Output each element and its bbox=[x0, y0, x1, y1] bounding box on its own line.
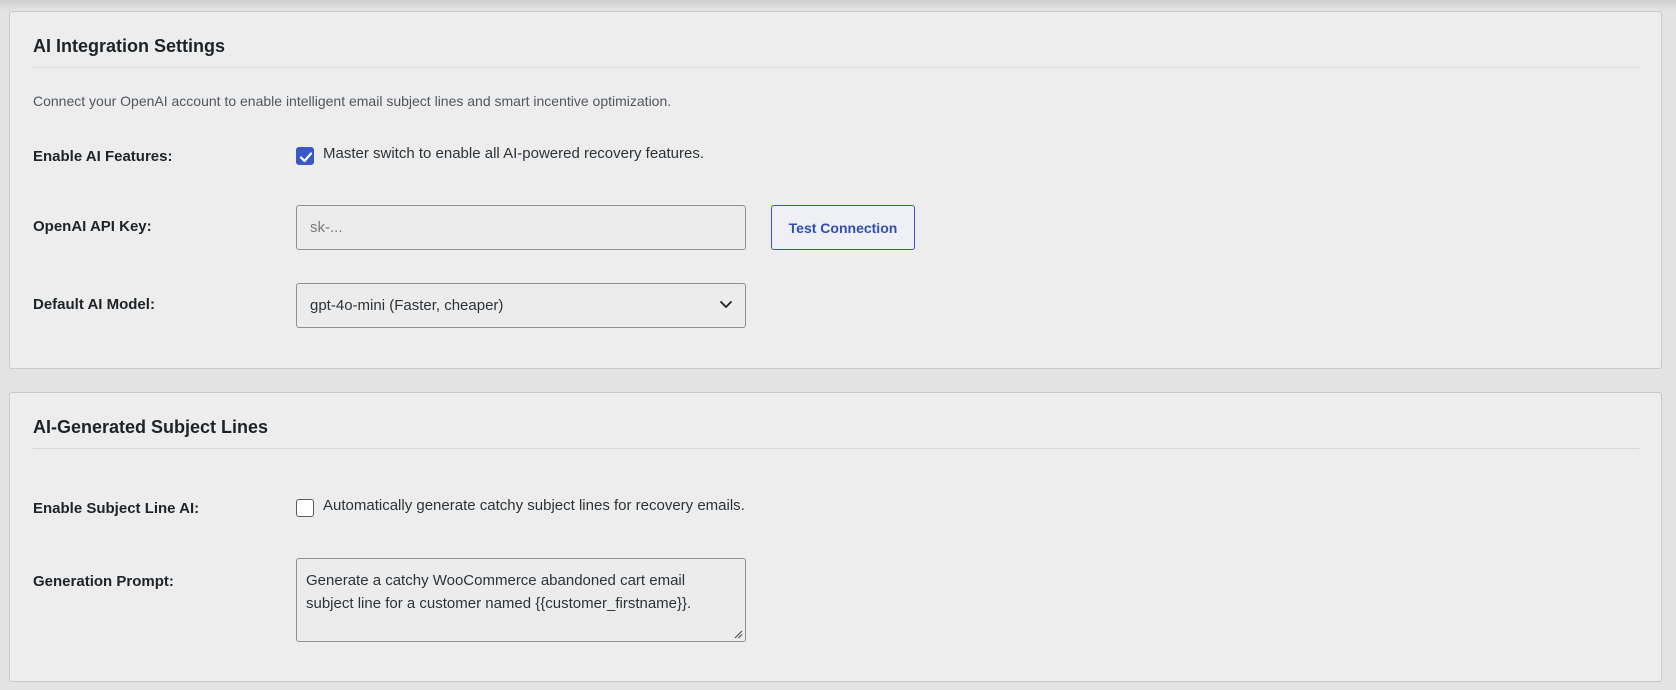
generation-prompt-textarea[interactable]: Generate a catchy WooCommerce abandoned … bbox=[296, 558, 746, 642]
enable-subject-line-ai-description: Automatically generate catchy subject li… bbox=[323, 497, 745, 514]
ai-generated-subject-lines-panel: AI-Generated Subject Lines Enable Subjec… bbox=[9, 392, 1662, 682]
select-value: gpt-4o-mini (Faster, cheaper) bbox=[310, 297, 504, 314]
enable-subject-line-ai-label: Enable Subject Line AI: bbox=[33, 500, 200, 517]
panel-title: AI Integration Settings bbox=[33, 36, 226, 56]
enable-subject-line-ai-checkbox[interactable] bbox=[296, 499, 314, 517]
enable-ai-features-label: Enable AI Features: bbox=[33, 148, 173, 165]
enable-ai-features-checkbox[interactable] bbox=[296, 147, 314, 165]
openai-api-key-label: OpenAI API Key: bbox=[33, 218, 152, 235]
chevron-down-icon bbox=[720, 301, 732, 308]
test-connection-button[interactable]: Test Connection bbox=[771, 205, 915, 250]
ai-integration-settings-panel: AI Integration Settings Connect your Ope… bbox=[9, 11, 1662, 369]
openai-api-key-input[interactable] bbox=[296, 205, 746, 250]
divider bbox=[33, 67, 1639, 68]
checkmark-icon bbox=[299, 152, 313, 163]
default-ai-model-label: Default AI Model: bbox=[33, 296, 155, 313]
enable-ai-features-description: Master switch to enable all AI-powered r… bbox=[323, 145, 705, 162]
panel-title: AI-Generated Subject Lines bbox=[33, 417, 269, 437]
panel-description: Connect your OpenAI account to enable in… bbox=[33, 93, 672, 109]
generation-prompt-label: Generation Prompt: bbox=[33, 573, 174, 590]
default-ai-model-select[interactable]: gpt-4o-mini (Faster, cheaper) bbox=[296, 283, 746, 328]
divider bbox=[33, 448, 1639, 449]
generation-prompt-text: Generate a catchy WooCommerce abandoned … bbox=[306, 572, 692, 612]
resize-handle-icon[interactable] bbox=[733, 629, 743, 639]
top-shadow bbox=[0, 0, 1676, 10]
